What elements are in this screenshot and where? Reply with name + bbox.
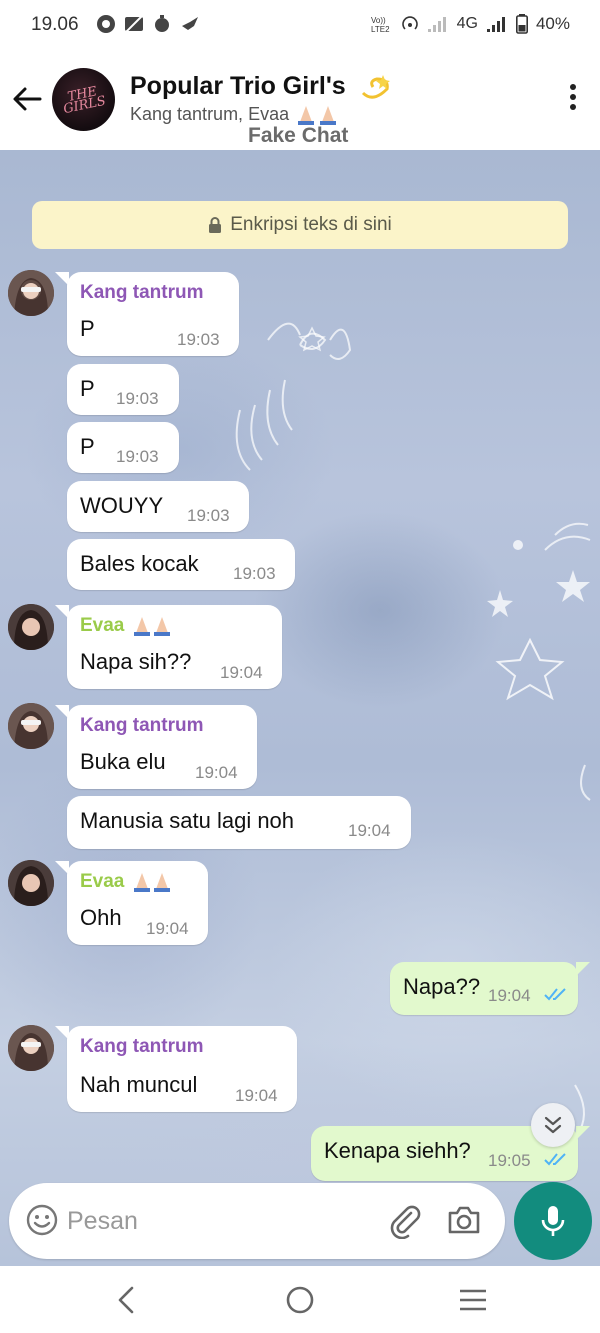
notification-dot-icon	[97, 15, 115, 33]
chat-members[interactable]: Kang tantrum, Evaa	[130, 104, 342, 126]
message-text: Manusia satu lagi noh	[80, 808, 295, 833]
group-avatar-text: THE GIRLS	[62, 83, 108, 117]
emoji-icon[interactable]	[25, 1203, 59, 1237]
message-time: 19:03	[177, 330, 220, 349]
message-composer	[9, 1183, 505, 1259]
bird-icon	[182, 17, 198, 30]
microphone-button[interactable]	[514, 1182, 592, 1260]
member-avatar-kang-tantrum[interactable]	[8, 270, 54, 316]
image-off-icon	[125, 15, 143, 33]
message-text: Ohh	[80, 905, 122, 930]
timer-icon	[155, 15, 169, 32]
nav-back-icon[interactable]	[110, 1282, 146, 1318]
overlay-watermark: Fake Chat	[248, 124, 349, 147]
message-bubble[interactable]: Bales kocak 19:03	[67, 539, 295, 590]
system-icons: Vo)) LTE2 4G 40%	[371, 14, 570, 34]
signal-weak-icon	[427, 17, 446, 32]
message-time: 19:03	[233, 564, 276, 583]
message-text: Bales kocak	[80, 551, 199, 576]
message-time: 19:04	[220, 663, 263, 682]
encryption-banner-text: Enkripsi teks di sini	[230, 214, 392, 235]
group-avatar[interactable]: THE GIRLS	[52, 68, 115, 131]
battery-level: 40%	[535, 14, 570, 33]
message-input[interactable]	[67, 1199, 367, 1243]
message-sender[interactable]: Evaa	[80, 871, 176, 893]
paperclip-icon[interactable]	[385, 1201, 423, 1239]
message-sender[interactable]: Kang tantrum	[80, 282, 204, 304]
message-text: Buka elu	[80, 749, 166, 774]
signal-icon	[486, 17, 505, 32]
member-avatar-evaa[interactable]	[8, 860, 54, 906]
nav-recents-icon[interactable]	[455, 1282, 491, 1318]
bubble-tail	[576, 1126, 590, 1140]
svg-text:LTE2: LTE2	[371, 25, 390, 33]
lock-icon	[209, 217, 222, 233]
praying-hands-icon	[133, 873, 170, 892]
notification-icons	[96, 14, 200, 34]
chat-title[interactable]: Popular Trio Girl's	[130, 72, 393, 101]
message-time: 19:04	[235, 1086, 278, 1105]
praying-hands-icon	[133, 617, 170, 636]
message-time: 19:04	[348, 821, 391, 840]
camera-icon[interactable]	[445, 1201, 483, 1239]
message-sender[interactable]: Kang tantrum	[80, 715, 204, 737]
message-bubble-outgoing[interactable]: Napa?? 19:04	[390, 962, 578, 1015]
message-bubble[interactable]: Kang tantrum Buka elu 19:04	[67, 705, 257, 789]
message-text: Kenapa siehh?	[324, 1138, 471, 1163]
status-time: 19.06	[31, 14, 79, 35]
message-bubble[interactable]: Evaa Ohh 19:04	[67, 861, 208, 945]
message-bubble[interactable]: Kang tantrum P 19:03	[67, 272, 239, 356]
message-time: 19:04	[146, 919, 189, 938]
nav-home-icon[interactable]	[282, 1282, 318, 1318]
read-ticks-icon	[544, 988, 566, 1001]
back-arrow-icon[interactable]	[10, 82, 44, 116]
battery-icon	[515, 14, 528, 34]
message-sender-name: Evaa	[80, 871, 125, 893]
chat-area[interactable]: Enkripsi teks di sini Kang tantrum P 19:…	[0, 150, 600, 1266]
encryption-banner[interactable]: Enkripsi teks di sini	[32, 201, 568, 249]
member-avatar-evaa[interactable]	[8, 604, 54, 650]
member-avatar-kang-tantrum[interactable]	[8, 1025, 54, 1071]
message-text: WOUYY	[80, 493, 164, 518]
message-time: 19:03	[187, 506, 230, 525]
microphone-icon	[541, 1206, 565, 1236]
hotspot-icon	[401, 16, 418, 30]
message-time: 19:03	[116, 447, 159, 466]
svg-text:Vo)): Vo))	[371, 16, 386, 25]
message-sender[interactable]: Kang tantrum	[80, 1036, 204, 1058]
message-sender[interactable]: Evaa	[80, 615, 176, 637]
message-time: 19:05	[488, 1151, 531, 1170]
message-bubble[interactable]: Evaa Napa sih?? 19:04	[67, 605, 282, 689]
chat-title-text: Popular Trio Girl's	[130, 72, 346, 100]
message-text: P	[80, 376, 95, 401]
message-bubble[interactable]: Kang tantrum Nah muncul 19:04	[67, 1026, 297, 1112]
message-text: Nah muncul	[80, 1072, 198, 1097]
message-time: 19:04	[195, 763, 238, 782]
message-time: 19:04	[488, 986, 531, 1005]
double-chevron-down-icon	[544, 1116, 562, 1134]
more-options-icon[interactable]	[568, 84, 578, 112]
network-type: 4G	[456, 15, 478, 32]
praying-hands-icon	[298, 106, 337, 126]
bubble-tail	[576, 962, 590, 976]
message-bubble[interactable]: P 19:03	[67, 364, 179, 415]
dizzy-emoji-icon	[361, 75, 390, 100]
message-text: P	[80, 434, 95, 459]
message-bubble[interactable]: WOUYY 19:03	[67, 481, 249, 532]
message-text: Napa sih??	[80, 649, 192, 674]
status-bar: 19.06 Vo)) LTE2 4G 40%	[0, 0, 600, 52]
message-sender-name: Evaa	[80, 615, 125, 637]
message-text: Napa??	[403, 974, 481, 999]
message-text: P	[80, 316, 95, 341]
chat-header: THE GIRLS Popular Trio Girl's Kang tantr…	[0, 52, 600, 150]
message-bubble[interactable]: P 19:03	[67, 422, 179, 473]
scroll-to-bottom-button[interactable]	[531, 1103, 575, 1147]
member-avatar-kang-tantrum[interactable]	[8, 703, 54, 749]
message-time: 19:03	[116, 389, 159, 408]
system-nav-bar	[0, 1266, 600, 1333]
message-bubble[interactable]: Manusia satu lagi noh 19:04	[67, 796, 411, 849]
chat-members-text: Kang tantrum, Evaa	[130, 104, 290, 124]
read-ticks-icon	[544, 1153, 566, 1166]
volte-icon: Vo))LTE2	[371, 16, 390, 33]
